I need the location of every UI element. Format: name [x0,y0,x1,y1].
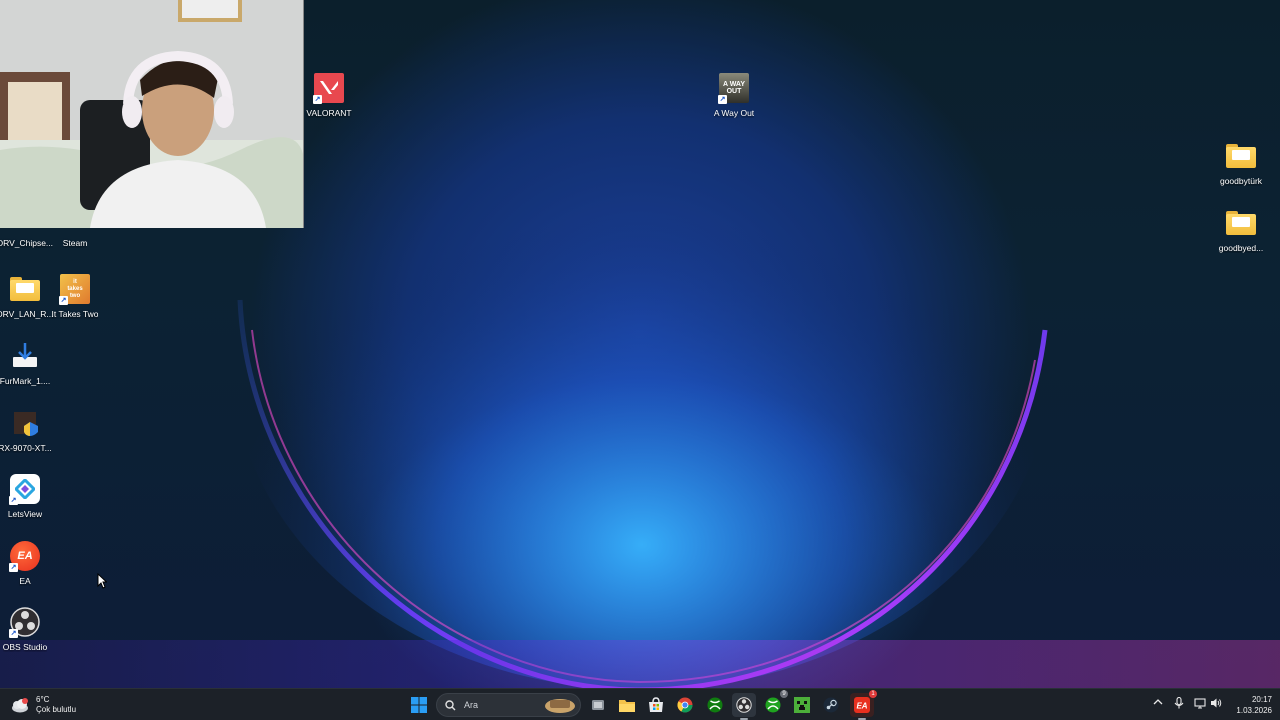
taskbar-microsoft-store[interactable] [644,693,668,717]
xbox-icon [707,697,723,713]
desktop-icon-rx9070[interactable]: RX-9070-XT... [0,407,60,453]
shortcut-arrow-icon: ↗ [9,563,18,572]
desktop-icon-label: A Way Out [713,108,755,118]
task-view-icon [592,700,604,710]
shortcut-arrow-icon: ↗ [9,496,18,505]
minecraft-icon [794,697,810,713]
notification-badge: 9 [780,690,788,698]
mouse-cursor-icon [97,573,107,589]
shortcut-arrow-icon: ↗ [718,95,727,104]
weather-temp: 6°C [36,695,50,704]
windows-logo-icon [411,697,427,713]
notification-badge: 1 [869,690,877,698]
desktop-icon-a-way-out[interactable]: A WAY OUT ↗ A Way Out [699,72,769,118]
amd-installer-icon [9,407,41,439]
desktop-icon-label: RX-9070-XT... [0,443,52,453]
webcam-overlay [0,0,304,228]
taskbar: 6°C Çok bulutlu Ara 9 EA 1 20:17 1.03.20… [0,688,1280,720]
show-hidden-icons-chevron-up-icon[interactable] [1151,697,1165,711]
desktop-icon-ea[interactable]: EA ↗ EA [0,540,60,586]
taskbar-minecraft[interactable] [790,693,814,717]
desktop-icon-it-takes-two[interactable]: it takes two ↗ It Takes Two [40,273,110,319]
letsview-icon: ↗ [9,473,41,505]
desktop-icon-letsview[interactable]: ↗ LetsView [0,473,60,519]
taskbar-obs[interactable] [732,693,756,720]
clock-time: 20:17 [1251,695,1272,704]
desktop-icon-label: FurMark_1.... [0,376,51,386]
search-highlight-icon [545,699,575,713]
desktop-icon-label: Steam [62,238,88,248]
obs-icon: ↗ [9,606,41,638]
search-icon [445,699,456,710]
weather-condition: Çok bulutlu [36,705,77,714]
desktop-icon-furmark[interactable]: FurMark_1.... [0,340,60,386]
microsoft-store-icon [649,697,663,712]
taskbar-xbox[interactable] [703,693,727,717]
shortcut-arrow-icon: ↗ [59,296,68,305]
folder-icon [9,273,41,305]
installer-icon [9,340,41,372]
shortcut-arrow-icon: ↗ [313,95,322,104]
weather-widget[interactable]: 6°C Çok bulutlu [10,693,76,717]
desktop-icon-steam[interactable]: Steam [40,230,110,250]
taskbar-search[interactable]: Ara [436,693,581,717]
task-view-button[interactable] [586,693,610,717]
it-takes-two-icon: it takes two ↗ [59,273,91,305]
svg-text:EA: EA [856,702,867,711]
desktop-icon-valorant[interactable]: ↗ VALORANT [294,72,364,118]
shortcut-arrow-icon: ↗ [9,629,18,638]
cloudy-weather-icon [12,698,28,713]
taskbar-clock[interactable]: 20:17 1.03.2026 [1226,694,1272,716]
desktop-icon-label: It Takes Two [51,309,99,319]
file-explorer-icon [619,700,635,712]
xbox-app-icon [765,697,781,713]
volume-icon[interactable] [1209,697,1223,711]
desktop-icon-label: EA [19,576,31,586]
search-placeholder: Ara [464,700,479,710]
taskbar-chrome[interactable] [673,693,697,717]
desktop-icon-label: VALORANT [306,108,352,118]
ea-icon: EA [854,697,870,713]
steam-icon [823,697,839,713]
desktop-icon-label: LetsView [7,509,43,519]
clock-date: 1.03.2026 [1236,706,1272,715]
start-button[interactable] [407,693,431,717]
valorant-icon: ↗ [313,72,345,104]
a-way-out-icon: A WAY OUT ↗ [718,72,750,104]
desktop-icon-label: goodbytürk [1219,176,1263,186]
ea-icon: EA ↗ [9,540,41,572]
desktop-icon-obs[interactable]: ↗ OBS Studio [0,606,60,652]
desktop-icon-goodbyturk[interactable]: goodbytürk [1206,140,1276,186]
microphone-icon[interactable] [1172,696,1186,711]
folder-icon [1225,140,1257,172]
taskbar-xbox-app[interactable]: 9 [761,690,788,717]
desktop-icon-label: OBS Studio [2,642,48,652]
desktop-icon-label: goodbyed... [1218,243,1264,253]
chrome-icon [677,697,693,713]
obs-icon [736,697,752,713]
taskbar-steam[interactable] [819,693,843,717]
folder-icon [1225,207,1257,239]
network-icon[interactable] [1193,697,1207,711]
desktop-icon-goodbyed[interactable]: goodbyed... [1206,207,1276,253]
taskbar-ea-app[interactable]: EA 1 [850,690,877,720]
taskbar-file-explorer[interactable] [615,693,639,717]
